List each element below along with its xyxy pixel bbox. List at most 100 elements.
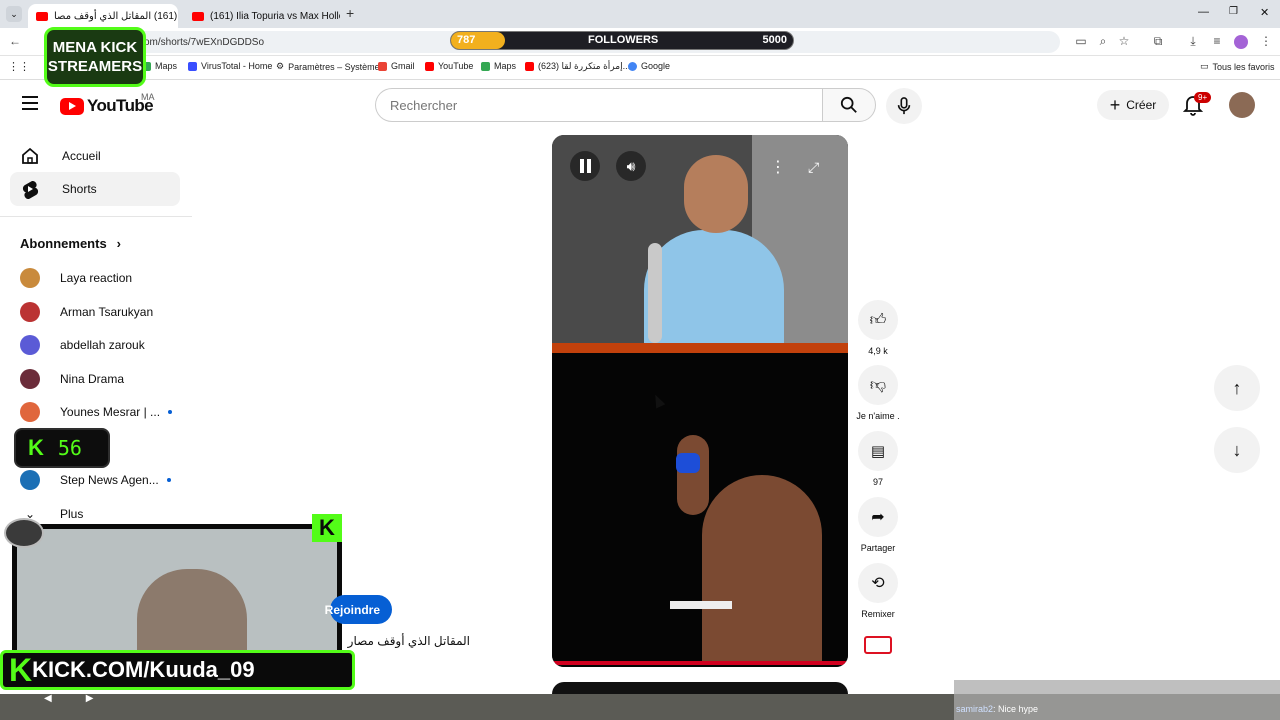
bookmark-maps[interactable]: Maps <box>142 61 177 71</box>
youtube-logo[interactable]: YouTube <box>60 96 154 116</box>
sidebar-subscription-item[interactable]: Laya reaction <box>20 266 190 290</box>
comments-button[interactable]: ▤ <box>858 431 898 471</box>
chat-text: : Nice hype <box>993 704 1039 714</box>
bookmark-label: Maps <box>494 61 517 71</box>
sidebar-item-shorts[interactable]: Shorts <box>10 172 180 206</box>
bookmark-settings[interactable]: ⚙ Paramètres – Système <box>276 61 380 72</box>
fighter-raised-arm <box>677 435 709 515</box>
apps-grid-icon[interactable]: ⋮⋮ <box>8 60 30 73</box>
followers-current: 787 <box>457 34 476 46</box>
gear-icon: ⚙ <box>276 61 285 71</box>
fighter-figure <box>702 475 822 665</box>
youtube-icon <box>425 61 434 71</box>
tab-active[interactable]: (161) المقاتل الذي أوقف مصا ✕ <box>28 4 178 28</box>
back-arrow-icon[interactable]: ← <box>9 34 21 48</box>
sidebar-subscription-item[interactable]: Younes Mesrar | ... <box>20 400 190 424</box>
arrow-down-icon: ↓ <box>1232 439 1242 460</box>
zoom-icon[interactable]: ⌕ <box>1095 34 1111 49</box>
next-track-icon[interactable]: ▶ <box>86 693 94 704</box>
channel-avatar <box>20 368 40 389</box>
video-progress-bar[interactable] <box>552 661 848 665</box>
sidebar-subscription-item[interactable]: Nina Drama <box>20 367 190 391</box>
short-video-player[interactable]: 🔊︎ ⋮ ⤢ <box>552 135 848 667</box>
plus-icon: + <box>1109 95 1121 115</box>
tab-inactive[interactable]: (161) Ilia Topuria vs Max Hollow ✕ <box>184 4 340 28</box>
chat-overlay: samirab2: Nice hype <box>954 680 1280 720</box>
channel-avatar <box>20 335 40 356</box>
pause-button[interactable] <box>570 151 600 181</box>
video-fire-divider <box>552 343 848 353</box>
new-tab-button[interactable]: + <box>346 5 354 21</box>
profile-icon[interactable] <box>1234 35 1248 49</box>
youtube-favicon-icon <box>36 11 48 21</box>
join-button[interactable]: Rejoindre <box>325 595 392 624</box>
search-input[interactable]: Rechercher <box>375 88 823 122</box>
maps-icon <box>481 61 490 71</box>
pause-icon <box>579 159 584 173</box>
more-options-icon[interactable]: ⋮ <box>770 157 786 177</box>
tab-search-button[interactable]: ⌄ <box>6 6 22 22</box>
kick-url: KICK.COM/Kuuda_09 <box>32 657 255 682</box>
browser-tab-strip: ⌄ (161) المقاتل الذي أوقف مصا ✕ (161) Il… <box>0 0 1280 28</box>
voice-search-button[interactable] <box>886 88 922 124</box>
subscription-name: Younes Mesrar | ... <box>60 405 161 420</box>
bookmark-video[interactable]: (623) إمرأة متكررة لقا... <box>525 61 630 72</box>
reading-list-icon[interactable]: ≡ <box>1209 34 1225 48</box>
thumbs-up-icon: 👍︎ <box>869 311 887 329</box>
sidebar-subscription-item[interactable]: abdellah zarouk <box>20 333 190 357</box>
bookmark-virustotal[interactable]: VirusTotal - Home <box>188 61 272 71</box>
close-window-icon[interactable]: ✕ <box>1260 6 1269 19</box>
cast-icon[interactable]: ▭ <box>1073 34 1089 48</box>
channel-thumbnail[interactable] <box>864 636 892 654</box>
kick-url-banner: K KICK.COM/Kuuda_09 <box>0 650 355 690</box>
download-icon[interactable]: ⤓ <box>1185 34 1201 49</box>
prev-track-icon[interactable]: ◀ <box>44 693 52 704</box>
bookmark-label: Paramètres – Système <box>288 61 380 72</box>
sidebar-subscription-item[interactable]: Step News Agen... <box>20 468 190 492</box>
youtube-header: YouTube MA Rechercher + Créer 9+ <box>0 80 1280 136</box>
notifications-button[interactable]: 9+ <box>1182 92 1212 121</box>
dislike-label: Je n'aime . <box>856 411 900 421</box>
subscription-name: abdellah zarouk <box>60 338 145 353</box>
chat-message: samirab2: Nice hype <box>956 704 1038 714</box>
share-button[interactable]: ➦ <box>858 497 898 537</box>
hamburger-menu-icon[interactable] <box>22 96 38 110</box>
bookmark-gmail[interactable]: Gmail <box>378 61 415 71</box>
restore-icon[interactable]: ❐ <box>1229 6 1238 17</box>
tab-title: (161) المقاتل الذي أوقف مصا <box>54 10 178 22</box>
like-button[interactable]: 👍︎ <box>858 300 898 340</box>
account-avatar[interactable] <box>1229 92 1255 118</box>
share-arrow-icon: ➦ <box>871 509 885 526</box>
media-controls[interactable]: ◀ ▶ <box>44 693 93 704</box>
microphone-stand <box>648 243 662 343</box>
dislike-button[interactable]: 👎︎ <box>858 365 898 405</box>
next-short-button[interactable]: ↓ <box>1214 427 1260 473</box>
minimize-icon[interactable]: — <box>1198 6 1209 18</box>
volume-button[interactable]: 🔊︎ <box>616 151 646 181</box>
comments-action: ▤ 97 <box>858 431 898 487</box>
bookmark-maps-2[interactable]: Maps <box>481 61 516 71</box>
subscription-name: Nina Drama <box>60 371 125 386</box>
sidebar-subscription-item[interactable]: Arman Tsarukyan <box>20 300 190 324</box>
create-button[interactable]: + Créer <box>1097 90 1169 120</box>
brand-line-1: MENA KICK <box>52 39 138 56</box>
new-content-dot <box>168 410 173 415</box>
menu-kebab-icon[interactable]: ⋮ <box>1258 34 1274 48</box>
search-button[interactable] <box>822 88 876 122</box>
previous-short-button[interactable]: ↑ <box>1214 365 1260 411</box>
bookmark-google[interactable]: Google <box>628 61 670 71</box>
all-bookmarks-folder[interactable]: ▭ Tous les favoris <box>1200 61 1275 72</box>
fullscreen-icon[interactable]: ⤢ <box>808 159 819 176</box>
extensions-icon[interactable]: ⧉ <box>1150 34 1166 49</box>
search-icon <box>840 96 857 113</box>
subscriptions-heading[interactable]: Abonnements › <box>20 236 121 251</box>
sidebar-item-more[interactable]: ⌄ Plus <box>20 502 190 526</box>
notification-badge: 9+ <box>1194 92 1212 103</box>
bookmark-label: Tous les favoris <box>1212 61 1275 72</box>
bookmark-star-icon[interactable]: ☆ <box>1116 34 1132 48</box>
sidebar-item-home[interactable]: Accueil <box>10 139 180 173</box>
bookmark-youtube[interactable]: YouTube <box>425 61 473 71</box>
remix-button[interactable]: ⟲ <box>858 563 898 603</box>
followers-goal-bar: 787 FOLLOWERS 5000 <box>450 31 794 50</box>
gmail-icon <box>378 61 387 71</box>
